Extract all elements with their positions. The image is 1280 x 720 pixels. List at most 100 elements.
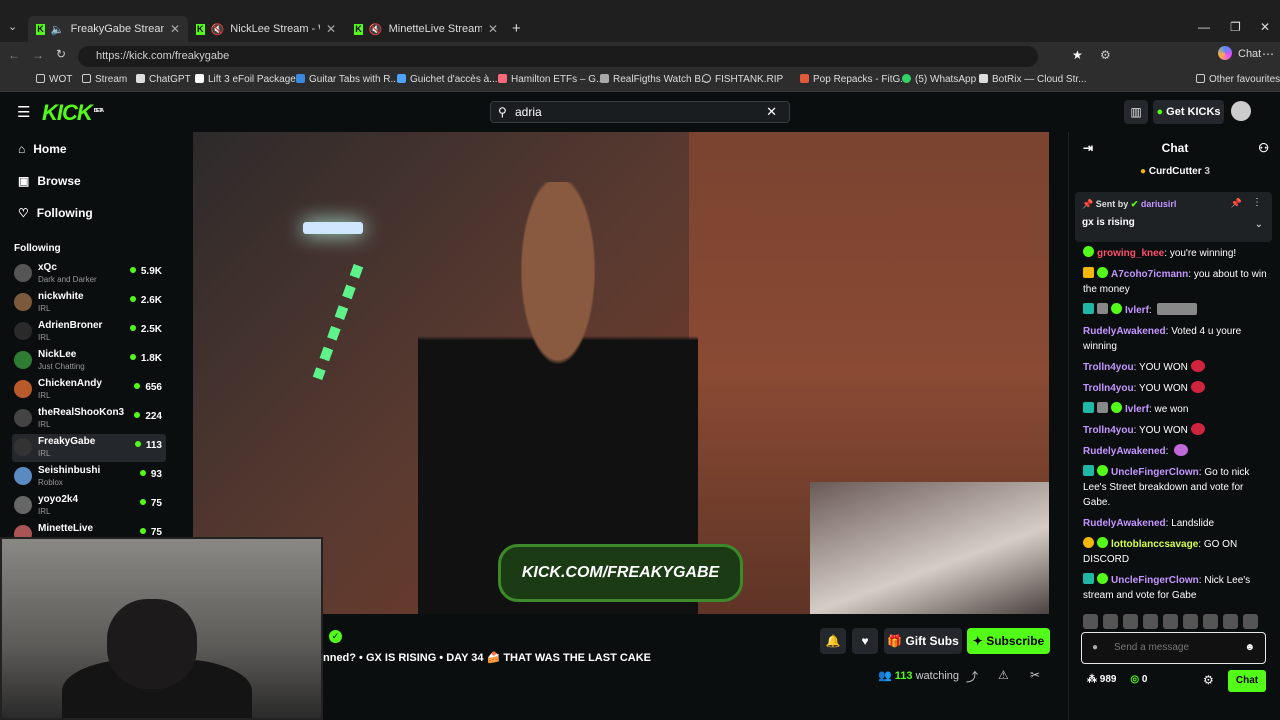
tab-minettelive[interactable]: K 🔇 MinetteLive Stream - Watch L ✕ bbox=[346, 16, 506, 42]
emote-button[interactable] bbox=[1143, 614, 1158, 629]
bookmark-item[interactable]: FISHTANK.RIP bbox=[702, 74, 783, 85]
nav-home[interactable]: ⌂ Home bbox=[18, 142, 67, 156]
layout-icon[interactable]: ▥ bbox=[1124, 100, 1148, 124]
search-input[interactable]: ⚲ adria ✕ bbox=[490, 101, 790, 123]
emote-button[interactable] bbox=[1243, 614, 1258, 629]
chat-username[interactable]: Ivlerf bbox=[1125, 404, 1149, 415]
menu-icon[interactable]: ☰ bbox=[17, 103, 30, 121]
emote-button[interactable] bbox=[1123, 614, 1138, 629]
chat-message[interactable]: Ivlerf: we won bbox=[1083, 402, 1273, 417]
chat-message[interactable]: RudelyAwakened: Voted 4 u youre winning bbox=[1083, 324, 1273, 354]
avatar[interactable] bbox=[1231, 101, 1251, 121]
close-icon[interactable]: ✕ bbox=[488, 22, 498, 36]
chat-message[interactable]: UncleFingerClown: Go to nick Lee's Stree… bbox=[1083, 465, 1273, 510]
chat-username[interactable]: UncleFingerClown bbox=[1111, 467, 1199, 478]
chat-message[interactable]: Trolln4you: YOU WON bbox=[1083, 360, 1273, 375]
sidebar-item-therealshookon3[interactable]: theRealShooKon3 IRL 224 bbox=[12, 405, 166, 433]
bookmark-item[interactable]: RealFigths Watch B... bbox=[600, 74, 709, 85]
sidebar-item-chickenandy[interactable]: ChickenAndy IRL 656 bbox=[12, 376, 166, 404]
bookmark-item[interactable]: WOT bbox=[36, 74, 72, 85]
get-kicks-button[interactable]: ● Get KICKs bbox=[1153, 100, 1224, 124]
tab-list-icon[interactable]: ⌄ bbox=[8, 20, 17, 33]
chat-username[interactable]: UncleFingerClown bbox=[1111, 575, 1199, 586]
sidebar-item-adrienbroner[interactable]: AdrienBroner IRL 2.5K bbox=[12, 318, 166, 346]
extensions-icon[interactable]: ⚙ bbox=[1100, 48, 1111, 62]
bookmark-item[interactable]: BotRix — Cloud Str... bbox=[979, 74, 1086, 85]
more-options-icon[interactable]: ⋮ bbox=[1252, 197, 1262, 208]
sidebar-item-yoyo2k4[interactable]: yoyo2k4 IRL 75 bbox=[12, 492, 166, 520]
sidebar-item-nicklee[interactable]: NickLee Just Chatting 1.8K bbox=[12, 347, 166, 375]
bookmark-folder[interactable]: Other favourites bbox=[1196, 74, 1280, 85]
forward-icon[interactable]: → bbox=[32, 48, 44, 62]
clear-search-icon[interactable]: ✕ bbox=[766, 102, 777, 122]
chat-username[interactable]: RudelyAwakened bbox=[1083, 446, 1166, 457]
share-icon[interactable]: ⤴ bbox=[966, 668, 978, 685]
minimize-icon[interactable]: — bbox=[1198, 20, 1210, 34]
close-icon[interactable]: ✕ bbox=[170, 22, 180, 36]
copilot-chat-label[interactable]: Chat bbox=[1238, 48, 1261, 60]
chat-message[interactable]: RudelyAwakened: Landslide bbox=[1083, 516, 1273, 531]
unpin-icon[interactable]: 📌 bbox=[1231, 198, 1242, 209]
emote-button[interactable] bbox=[1183, 614, 1198, 629]
bookmark-item[interactable]: Guitar Tabs with R... bbox=[296, 74, 399, 85]
bookmark-item[interactable]: Lift 3 eFoil Package... bbox=[195, 74, 304, 85]
url-field[interactable]: https://kick.com/freakygabe bbox=[78, 46, 1038, 67]
close-icon[interactable]: ✕ bbox=[326, 22, 336, 36]
users-settings-icon[interactable]: ⚇ bbox=[1258, 132, 1269, 164]
refresh-icon[interactable]: ↻ bbox=[56, 47, 66, 61]
pinned-message[interactable]: 📌 Sent by ✔ dariusirl gx is rising 📌 ⋮ ⌄ bbox=[1075, 192, 1272, 242]
window-close-icon[interactable]: ✕ bbox=[1260, 20, 1270, 34]
chat-username[interactable]: Trolln4you bbox=[1083, 362, 1134, 373]
sidebar-item-nickwhite[interactable]: nickwhite IRL 2.6K bbox=[12, 289, 166, 317]
emote-button[interactable] bbox=[1163, 614, 1178, 629]
emote-button[interactable] bbox=[1083, 614, 1098, 629]
channel-points[interactable]: ⁂ 989 ◎ 0 bbox=[1087, 674, 1147, 685]
chat-username[interactable]: RudelyAwakened bbox=[1083, 518, 1166, 529]
chat-message[interactable]: Ivlerf: bbox=[1083, 303, 1273, 318]
report-icon[interactable]: ⚠ bbox=[998, 668, 1009, 682]
favorite-star-icon[interactable]: ★ bbox=[1072, 48, 1083, 62]
chat-message[interactable]: RudelyAwakened: bbox=[1083, 444, 1273, 459]
bookmark-item[interactable]: ChatGPT bbox=[136, 74, 191, 85]
sidebar-item-xqc[interactable]: xQc Dark and Darker 5.9K bbox=[12, 260, 166, 288]
chat-message[interactable]: growing_knee: you're winning! bbox=[1083, 246, 1273, 261]
new-tab-icon[interactable]: + bbox=[512, 20, 521, 37]
chat-badge-icon[interactable]: ● bbox=[1092, 633, 1098, 663]
chat-username[interactable]: Ivlerf bbox=[1125, 305, 1149, 316]
chat-username[interactable]: Trolln4you bbox=[1083, 383, 1134, 394]
bookmark-item[interactable]: (5) WhatsApp bbox=[902, 74, 976, 85]
chevron-down-icon[interactable]: ⌄ bbox=[1255, 219, 1263, 230]
chat-message-input[interactable]: ● Send a message ☻ bbox=[1081, 632, 1266, 664]
send-chat-button[interactable]: Chat bbox=[1228, 670, 1266, 692]
nav-browse[interactable]: ▣ Browse bbox=[18, 174, 81, 188]
maximize-icon[interactable]: ❐ bbox=[1230, 20, 1241, 34]
follow-heart-icon[interactable]: ♥ bbox=[852, 628, 878, 654]
nav-following[interactable]: ♡ Following bbox=[18, 206, 93, 220]
emote-button[interactable] bbox=[1223, 614, 1238, 629]
tab-freakygabe[interactable]: K 🔈 FreakyGabe Stream - Watch L ✕ bbox=[28, 16, 188, 42]
copilot-icon[interactable] bbox=[1218, 46, 1232, 60]
collapse-chat-icon[interactable]: ⇥ bbox=[1083, 132, 1093, 164]
back-icon[interactable]: ← bbox=[8, 48, 20, 62]
chat-username[interactable]: A7coho7icmann bbox=[1111, 269, 1188, 280]
emote-button[interactable] bbox=[1103, 614, 1118, 629]
bookmark-item[interactable]: Pop Repacks - FitG... bbox=[800, 74, 909, 85]
chat-message[interactable]: A7coho7icmann: you about to win the mone… bbox=[1083, 267, 1273, 297]
chat-username[interactable]: growing_knee bbox=[1097, 248, 1164, 259]
chat-message[interactable]: Trolln4you: YOU WON bbox=[1083, 381, 1273, 396]
chat-username[interactable]: Trolln4you bbox=[1083, 425, 1134, 436]
bookmark-item[interactable]: Stream bbox=[82, 74, 127, 85]
subscribe-button[interactable]: ✦ Subscribe bbox=[967, 628, 1050, 654]
emoji-icon[interactable]: ☻ bbox=[1244, 633, 1255, 663]
chat-settings-gear-icon[interactable]: ⚙ bbox=[1203, 673, 1214, 687]
gift-subs-button[interactable]: 🎁 Gift Subs bbox=[884, 628, 962, 654]
emote-button[interactable] bbox=[1203, 614, 1218, 629]
clip-icon[interactable]: ✂ bbox=[1030, 668, 1040, 682]
chat-username[interactable]: lottoblanccsavage bbox=[1111, 539, 1198, 550]
bookmark-item[interactable]: Guichet d'accès à... bbox=[397, 74, 498, 85]
bookmark-item[interactable]: Hamilton ETFs – G... bbox=[498, 74, 604, 85]
chat-message[interactable]: Trolln4you: YOU WON bbox=[1083, 423, 1273, 438]
more-icon[interactable]: ⋯ bbox=[1262, 47, 1274, 61]
sidebar-item-freakygabe[interactable]: FreakyGabe IRL 113 bbox=[12, 434, 166, 462]
tab-nicklee[interactable]: K 🔇 NickLee Stream - Watch Live ✕ bbox=[188, 16, 344, 42]
